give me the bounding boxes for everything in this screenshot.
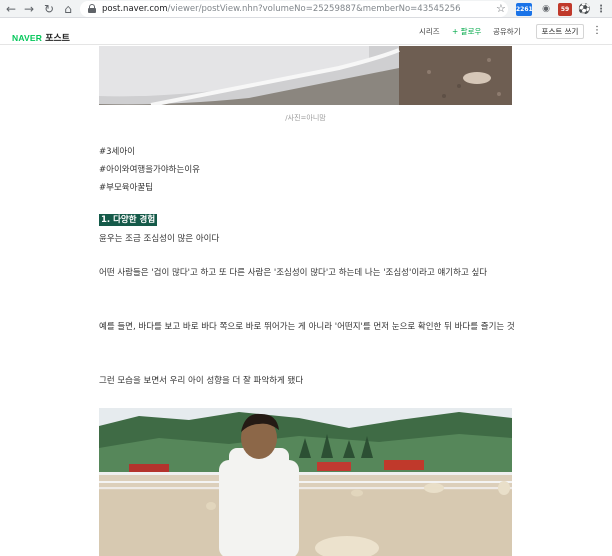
share-link[interactable]: 공유하기 <box>493 27 521 37</box>
paragraph: 예를 들면, 바다를 보고 바로 바다 쪽으로 바로 뛰어가는 게 아니라 '어… <box>99 322 515 332</box>
paragraph: 그런 모습을 보면서 우리 아이 성향을 더 잘 파악하게 됐다 <box>99 376 304 386</box>
extension-red-count: 59 <box>560 6 570 13</box>
reload-icon[interactable]: ↻ <box>42 2 56 16</box>
naver-post-logo[interactable]: NAVER 포스트 <box>12 26 70 45</box>
url-text[interactable]: post.naver.com/viewer/postView.nhn?volum… <box>102 3 461 15</box>
hashtag[interactable]: #아이와여행을가야하는이유 <box>99 161 200 179</box>
back-icon[interactable]: ← <box>4 2 18 16</box>
hashtag[interactable]: #부모육아꿀팁 <box>99 179 200 197</box>
follow-link[interactable]: + 팔로우 <box>452 27 481 37</box>
url-path: /viewer/postView.nhn?volumeNo=25259887&m… <box>167 4 461 14</box>
lock-icon <box>88 4 96 13</box>
section-heading: 1. 다양한 경험 <box>99 214 158 226</box>
extension-badge-icon[interactable]: 2261 <box>516 3 533 16</box>
series-link[interactable]: 시리즈 <box>419 27 440 37</box>
write-post-button[interactable]: 포스트 쓰기 <box>536 24 584 39</box>
address-bar[interactable]: post.naver.com/viewer/postView.nhn?volum… <box>80 1 508 17</box>
star-icon[interactable]: ☆ <box>496 2 506 15</box>
hashtag[interactable]: #3세아이 <box>99 143 200 161</box>
browser-menu-icon[interactable]: ⋮ <box>596 3 606 16</box>
url-host: post.naver.com <box>102 4 168 14</box>
paragraph: 윤우는 조금 조심성이 많은 아이다 <box>99 234 220 244</box>
more-vertical-icon[interactable]: ⋮ <box>592 25 602 37</box>
camera-icon[interactable]: ◉ <box>540 3 552 16</box>
logo-brand: NAVER <box>12 33 43 43</box>
article-body: /사진=아니맘 #3세아이 #아이와여행을가야하는이유 #부모육아꿀팁 1. 다… <box>0 46 612 556</box>
article-photo-farm <box>99 408 512 556</box>
paragraph: 어떤 사람들은 '겁이 많다'고 하고 또 다른 사람은 '조심성이 많다'고 … <box>99 268 488 278</box>
site-header: NAVER 포스트 시리즈 + 팔로우 공유하기 포스트 쓰기 ⋮ <box>0 19 612 45</box>
extension-badge-count: 2261 <box>516 6 533 13</box>
forward-icon[interactable]: → <box>22 2 36 16</box>
hashtag-list: #3세아이 #아이와여행을가야하는이유 #부모육아꿀팁 <box>99 143 200 197</box>
article-photo-top <box>99 46 512 105</box>
logo-service: 포스트 <box>45 34 70 44</box>
soccer-ball-icon[interactable]: ⚽ <box>578 3 590 16</box>
home-icon[interactable]: ⌂ <box>61 2 75 16</box>
extension-red-icon[interactable]: 59 <box>558 3 572 16</box>
photo-caption: /사진=아니맘 <box>285 114 326 122</box>
browser-toolbar: ← → ↻ ⌂ post.naver.com/viewer/postView.n… <box>0 0 612 18</box>
